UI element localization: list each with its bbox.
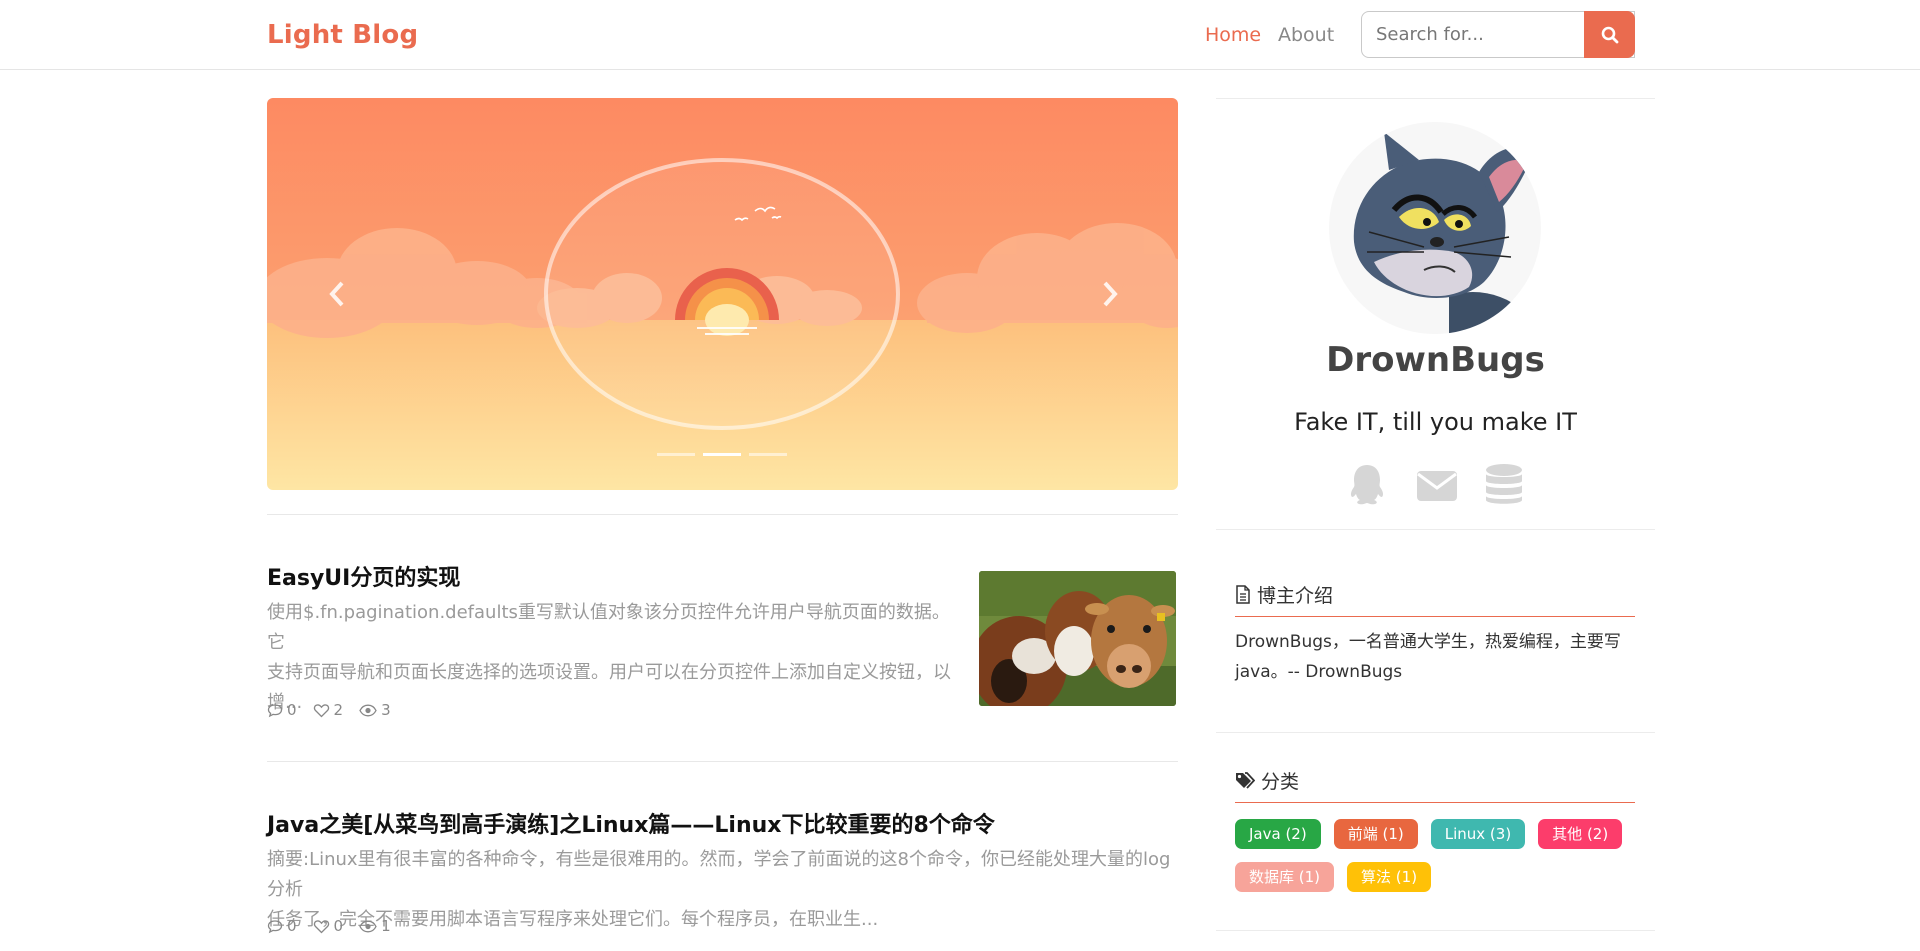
like-count-value: 2 (333, 701, 344, 719)
nav-about-link[interactable]: About (1278, 24, 1334, 46)
carousel-indicator-3[interactable] (749, 453, 787, 456)
comment-count-value: 0 (287, 917, 297, 935)
like-count-value: 0 (333, 917, 344, 935)
tag-other[interactable]: 其他 (2) (1538, 819, 1623, 849)
post-meta: 0 0 1 (267, 917, 391, 935)
nav-home-link[interactable]: Home (1205, 24, 1261, 46)
post-title[interactable]: EasyUI分页的实现 (267, 560, 460, 592)
post-excerpt-line: 支持页面导航和页面长度选择的选项设置。用户可以在分页控件上添加自定义按钮，以 (267, 662, 951, 683)
comment-count: 0 (267, 917, 297, 935)
post-excerpt: 摘要:Linux里有很丰富的各种命令，有些是很难用的。然而，学会了前面说的这8个… (267, 845, 1182, 935)
divider (267, 761, 1178, 762)
tag-frontend[interactable]: 前端 (1) (1333, 819, 1418, 849)
chevron-left-icon (329, 281, 344, 307)
navbar: Light Blog Home About (0, 0, 1920, 70)
author-name: DrownBugs (1326, 340, 1545, 380)
like-count: 2 (313, 701, 344, 719)
post-title[interactable]: Java之美[从菜鸟到高手演练]之Linux篇——Linux下比较重要的8个命令 (267, 807, 995, 839)
database-icon (1486, 464, 1522, 504)
tag-linux[interactable]: Linux (3) (1430, 819, 1526, 849)
carousel-indicators (657, 453, 787, 457)
category-widget-title: 分类 (1235, 767, 1635, 803)
like-count: 0 (313, 917, 344, 935)
carousel-next-button[interactable] (1090, 273, 1130, 315)
post-thumbnail[interactable] (979, 571, 1176, 706)
heart-icon (313, 919, 329, 933)
carousel-prev-button[interactable] (317, 273, 357, 315)
view-count: 1 (359, 917, 391, 935)
search-button[interactable] (1584, 11, 1635, 58)
sidebar-divider (1216, 98, 1655, 99)
chevron-right-icon (1103, 281, 1118, 307)
tag-algorithm[interactable]: 算法 (1) (1347, 862, 1432, 892)
carousel-indicator-1[interactable] (657, 453, 695, 456)
tag-database[interactable]: 数据库 (1) (1235, 862, 1335, 892)
view-count-value: 3 (381, 701, 391, 719)
cat-avatar-image (1353, 132, 1534, 334)
comment-count-value: 0 (287, 701, 297, 719)
eye-icon (359, 704, 377, 716)
divider (267, 514, 1178, 515)
post-excerpt-line: 任务了，完全不需要用脚本语言写程序来处理它们。每个程序员，在职业生... (267, 909, 879, 930)
search-icon (1601, 26, 1618, 43)
tags-icon (1236, 772, 1255, 789)
post-excerpt-line: 使用$.fn.pagination.defaults重写默认值对象该分页控件允许… (267, 602, 950, 653)
category-title-text: 分类 (1261, 771, 1300, 793)
qq-link[interactable] (1345, 462, 1389, 506)
intro-widget-title: 博主介绍 (1235, 581, 1635, 617)
document-icon (1236, 585, 1250, 604)
sidebar-divider (1216, 529, 1655, 530)
comment-icon (267, 919, 283, 933)
avatar[interactable] (1329, 122, 1541, 334)
intro-title-text: 博主介绍 (1257, 585, 1334, 607)
author-motto: Fake IT, till you make IT (1294, 408, 1577, 436)
tag-java[interactable]: Java (2) (1235, 819, 1321, 849)
envelope-icon (1417, 471, 1457, 501)
brand-logo[interactable]: Light Blog (267, 20, 418, 50)
email-link[interactable] (1415, 464, 1459, 508)
category-tags: Java (2) 前端 (1) Linux (3) 其他 (2) 数据库 (1)… (1235, 819, 1645, 892)
qq-icon (1350, 465, 1384, 505)
hero-carousel (267, 98, 1178, 490)
post-meta: 0 2 3 (267, 701, 391, 719)
carousel-slide-image (267, 98, 1178, 490)
intro-text: DrownBugs，一名普通大学生，热爱编程，主要写java。-- DrownB… (1235, 632, 1621, 682)
cows-image (979, 571, 1176, 706)
heart-icon (313, 703, 329, 717)
sidebar-divider (1216, 732, 1655, 733)
eye-icon (359, 920, 377, 932)
post-excerpt: 使用$.fn.pagination.defaults重写默认值对象该分页控件允许… (267, 598, 957, 718)
post-excerpt-line: 摘要:Linux里有很丰富的各种命令，有些是很难用的。然而，学会了前面说的这8个… (267, 849, 1171, 900)
sidebar-divider (1216, 930, 1655, 931)
view-count-value: 1 (381, 917, 391, 935)
comment-icon (267, 703, 283, 717)
comment-count: 0 (267, 701, 297, 719)
database-link[interactable] (1482, 462, 1526, 506)
view-count: 3 (359, 701, 391, 719)
carousel-indicator-2[interactable] (703, 453, 741, 456)
